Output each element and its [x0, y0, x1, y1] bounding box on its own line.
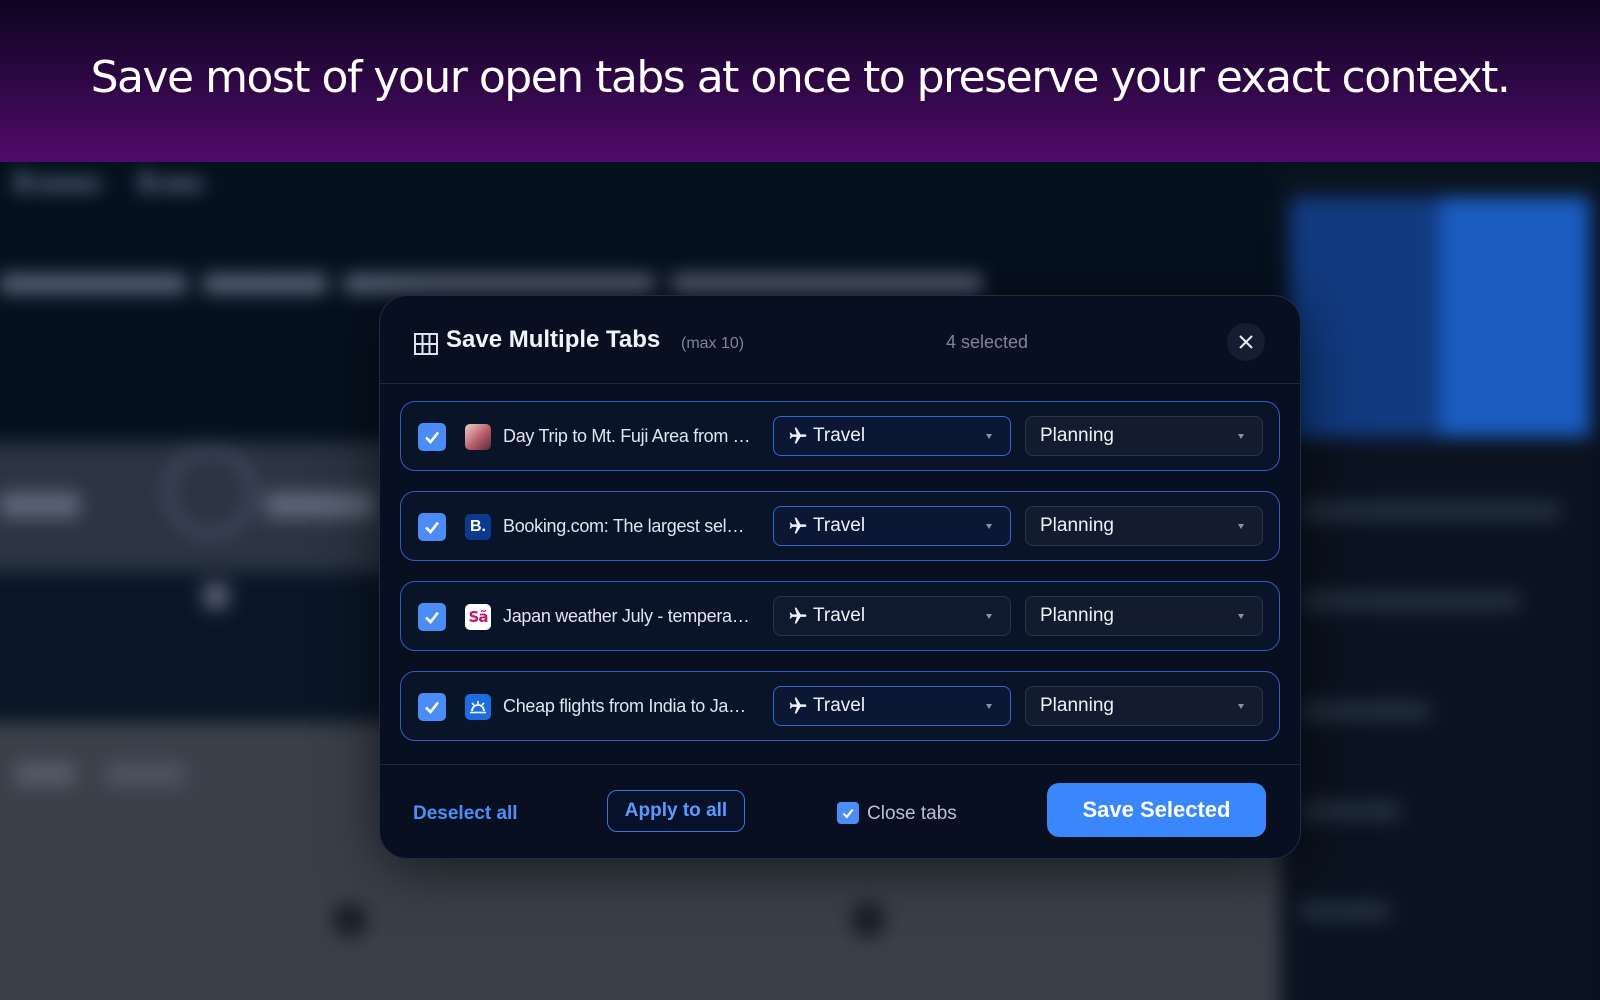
- background-swap-circle: [165, 447, 255, 537]
- checkmark-icon: [425, 701, 440, 714]
- background-nav: ▮ ▬▬▬ ▮ ▬▬: [16, 168, 203, 193]
- checkmark-icon: [425, 521, 440, 534]
- airplane-icon: [789, 607, 807, 624]
- subcategory-value: Planning: [1040, 695, 1114, 716]
- chevron-down-icon: [1238, 614, 1244, 619]
- tab-row: Cheap flights from India to Japan Travel…: [400, 671, 1280, 741]
- chevron-down-icon: [1238, 434, 1244, 439]
- background-dot: [202, 582, 230, 610]
- subcategory-select[interactable]: Planning: [1025, 506, 1263, 546]
- tab-checkbox[interactable]: [418, 603, 446, 631]
- grid-icon: [414, 333, 438, 355]
- weather-favicon: Sã: [465, 604, 491, 630]
- category-value: Travel: [813, 605, 866, 626]
- background-chip: [105, 762, 185, 786]
- mt-fuji-tour-favicon: [465, 424, 491, 450]
- category-select[interactable]: Travel: [773, 506, 1011, 546]
- background-placeholder: [265, 492, 375, 518]
- tab-list: Day Trip to Mt. Fuji Area from Tokyo Tra…: [400, 401, 1280, 761]
- subcategory-value: Planning: [1040, 515, 1114, 536]
- airplane-icon: [789, 517, 807, 534]
- chevron-down-icon: [986, 704, 992, 709]
- dialog-header: Save Multiple Tabs (max 10) 4 selected: [380, 296, 1300, 384]
- background-line: [1300, 902, 1390, 920]
- subcategory-select[interactable]: Planning: [1025, 686, 1263, 726]
- tab-title: Booking.com: The largest selection of ho…: [503, 516, 753, 536]
- tab-title: Cheap flights from India to Japan: [503, 696, 753, 716]
- subcategory-select[interactable]: Planning: [1025, 416, 1263, 456]
- close-tabs-checkbox[interactable]: [837, 802, 859, 824]
- background-line: [1300, 702, 1430, 720]
- subcategory-select[interactable]: Planning: [1025, 596, 1263, 636]
- chevron-down-icon: [1238, 704, 1244, 709]
- tab-title: Day Trip to Mt. Fuji Area from Tokyo: [503, 426, 753, 446]
- chevron-down-icon: [986, 614, 992, 619]
- chevron-down-icon: [986, 434, 992, 439]
- chevron-down-icon: [986, 524, 992, 529]
- background-line: [1300, 592, 1520, 610]
- max-tabs-note: (max 10): [681, 335, 745, 352]
- category-value: Travel: [813, 425, 866, 446]
- background-avatar: [332, 902, 368, 938]
- sunrise-icon: [470, 701, 486, 714]
- category-select[interactable]: Travel: [773, 686, 1011, 726]
- tab-row: Sã Japan weather July - temperature Trav…: [400, 581, 1280, 651]
- checkmark-icon: [425, 611, 440, 624]
- category-select[interactable]: Travel: [773, 596, 1011, 636]
- tab-row: Day Trip to Mt. Fuji Area from Tokyo Tra…: [400, 401, 1280, 471]
- background-avatar: [850, 902, 886, 938]
- dialog-footer: Deselect all Apply to all Close tabs Sav…: [380, 764, 1300, 858]
- checkmark-icon: [425, 431, 440, 444]
- dialog-title: Save Multiple Tabs: [446, 326, 661, 353]
- background-side-card: [1440, 197, 1590, 437]
- close-button[interactable]: [1227, 323, 1265, 361]
- close-tabs-label: Close tabs: [867, 803, 957, 824]
- category-value: Travel: [813, 515, 866, 536]
- save-multiple-tabs-dialog: Save Multiple Tabs (max 10) 4 selected D…: [379, 295, 1301, 859]
- apply-to-all-button[interactable]: Apply to all: [607, 790, 745, 832]
- chevron-down-icon: [1238, 524, 1244, 529]
- selected-count: 4 selected: [946, 332, 1029, 352]
- tab-checkbox[interactable]: [418, 513, 446, 541]
- save-selected-button[interactable]: Save Selected: [1047, 783, 1266, 837]
- checkmark-icon: [842, 808, 854, 819]
- close-icon: [1239, 335, 1253, 349]
- category-select[interactable]: Travel: [773, 416, 1011, 456]
- subcategory-value: Planning: [1040, 425, 1114, 446]
- tab-row: B. Booking.com: The largest selection of…: [400, 491, 1280, 561]
- promo-banner: Save most of your open tabs at once to p…: [0, 0, 1600, 162]
- tab-title: Japan weather July - temperature: [503, 606, 753, 626]
- background-chip: [15, 762, 75, 786]
- skyscanner-favicon: [465, 694, 491, 720]
- tab-checkbox[interactable]: [418, 693, 446, 721]
- tab-checkbox[interactable]: [418, 423, 446, 451]
- background-line: [1300, 802, 1400, 820]
- banner-headline: Save most of your open tabs at once to p…: [90, 51, 1511, 103]
- background-line: [1300, 502, 1560, 520]
- subcategory-value: Planning: [1040, 605, 1114, 626]
- deselect-all-link[interactable]: Deselect all: [413, 803, 518, 825]
- airplane-icon: [789, 427, 807, 444]
- airplane-icon: [789, 697, 807, 714]
- category-value: Travel: [813, 695, 866, 716]
- background-placeholder: [0, 492, 80, 518]
- booking-favicon: B.: [465, 514, 491, 540]
